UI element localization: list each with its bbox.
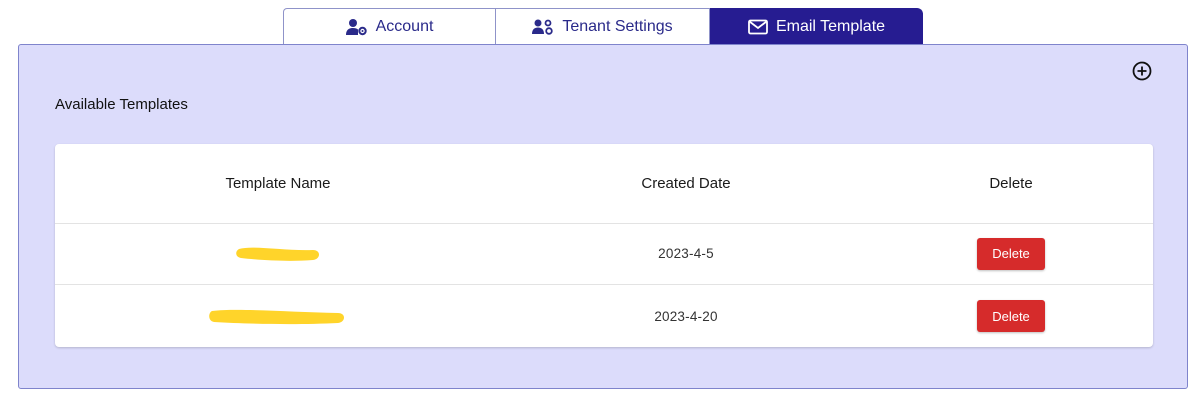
tab-tenant-settings-label: Tenant Settings — [562, 17, 673, 35]
header-delete: Delete — [989, 175, 1033, 192]
tab-tenant-settings[interactable]: Tenant Settings — [496, 8, 710, 44]
panel-title: Available Templates — [55, 96, 188, 113]
created-date-cell: 2023-4-5 — [658, 246, 714, 261]
tab-email-template-label: Email Template — [775, 17, 886, 35]
table-row: 2023-4-5 Delete — [55, 223, 1153, 285]
user-gear-icon — [345, 18, 367, 35]
tab-account-label: Account — [375, 17, 434, 35]
header-template-name: Template Name — [225, 175, 331, 192]
add-template-button[interactable] — [1132, 61, 1152, 81]
tab-bar: Account Tenant Settings Email Template — [283, 8, 923, 44]
email-template-panel: Available Templates Template Name Create… — [18, 44, 1188, 389]
redaction-mark — [236, 247, 319, 261]
users-gear-icon — [532, 19, 554, 35]
delete-cell: Delete — [871, 223, 1151, 284]
header-created-date: Created Date — [641, 175, 731, 192]
delete-button[interactable]: Delete — [977, 237, 1045, 270]
delete-cell: Delete — [871, 285, 1151, 347]
table-row: 2023-4-20 Delete — [55, 285, 1153, 347]
template-name-cell — [55, 285, 501, 347]
template-name-cell — [55, 223, 501, 284]
envelope-icon — [748, 19, 768, 34]
tab-email-template[interactable]: Email Template — [710, 8, 923, 44]
created-date-cell: 2023-4-20 — [654, 308, 718, 324]
redaction-mark — [209, 309, 344, 325]
table-header-row: Template Name Created Date Delete — [55, 144, 1153, 224]
templates-table: Template Name Created Date Delete 2023-4… — [55, 144, 1153, 347]
tab-account[interactable]: Account — [283, 8, 496, 44]
delete-button[interactable]: Delete — [977, 300, 1045, 332]
plus-circle-icon — [1132, 61, 1152, 81]
